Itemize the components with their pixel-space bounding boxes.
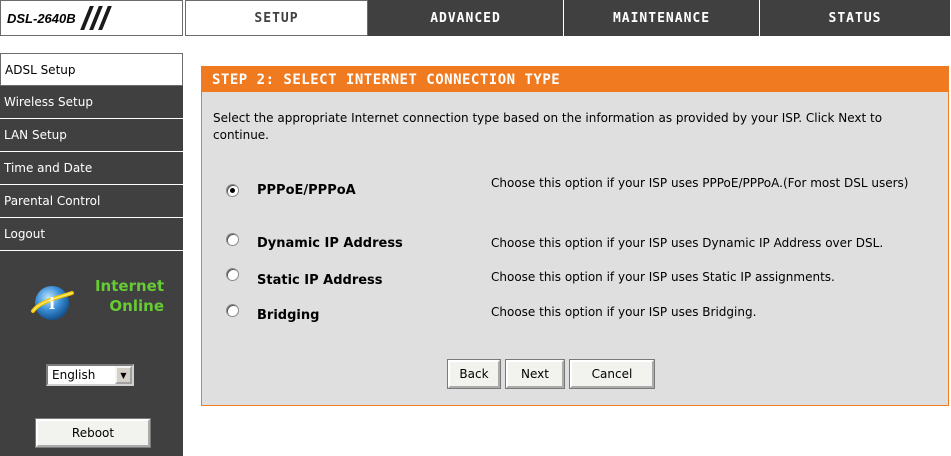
chevron-down-icon[interactable]: ▼	[115, 366, 132, 384]
sidebar-item-time-and-date[interactable]: Time and Date	[0, 152, 183, 185]
radio-bridging[interactable]	[226, 304, 239, 317]
sidebar: ADSL Setup Wireless Setup LAN Setup Time…	[0, 53, 183, 456]
top-nav-tabs: SETUP ADVANCED MAINTENANCE STATUS	[185, 0, 951, 36]
option-label-pppoe: PPPoE/PPPoA	[257, 183, 356, 198]
sidebar-item-parental-control[interactable]: Parental Control	[0, 185, 183, 218]
intro-text: Select the appropriate Internet connecti…	[213, 111, 883, 142]
status-line-online: Online	[109, 297, 164, 315]
sidebar-item-logout[interactable]: Logout	[0, 218, 183, 251]
wizard-button-row: Back Next Cancel	[447, 359, 655, 389]
sidebar-item-wireless-setup[interactable]: Wireless Setup	[0, 86, 183, 119]
globe-info-icon: i	[31, 286, 74, 320]
cancel-button[interactable]: Cancel	[569, 359, 655, 389]
sidebar-item-adsl-setup[interactable]: ADSL Setup	[0, 53, 183, 86]
logo-slashes-icon	[79, 6, 112, 30]
connection-type-panel: STEP 2: SELECT INTERNET CONNECTION TYPE …	[201, 66, 949, 406]
back-button[interactable]: Back	[447, 359, 501, 389]
option-desc-bridging: Choose this option if your ISP uses Brid…	[491, 305, 757, 319]
panel-title: STEP 2: SELECT INTERNET CONNECTION TYPE	[202, 67, 948, 92]
next-button[interactable]: Next	[505, 359, 565, 389]
option-label-bridging: Bridging	[257, 308, 320, 323]
option-label-static-ip: Static IP Address	[257, 273, 383, 288]
option-desc-dynamic-ip: Choose this option if your ISP uses Dyna…	[491, 236, 884, 250]
brand-logo: DSL-2640B	[0, 0, 183, 36]
model-name: DSL-2640B	[7, 10, 76, 26]
sidebar-item-lan-setup[interactable]: LAN Setup	[0, 119, 183, 152]
tab-setup[interactable]: SETUP	[185, 0, 368, 36]
option-row-pppoe: PPPoE/PPPoA Choose this option if your I…	[202, 173, 950, 203]
radio-dynamic-ip[interactable]	[226, 233, 239, 246]
option-row-dynamic-ip: Dynamic IP Address Choose this option if…	[202, 227, 950, 257]
tab-maintenance[interactable]: MAINTENANCE	[564, 0, 760, 36]
radio-pppoe[interactable]	[226, 184, 239, 197]
reboot-button[interactable]: Reboot	[35, 418, 151, 448]
language-selected-value: English	[52, 368, 96, 382]
tab-advanced[interactable]: ADVANCED	[368, 0, 564, 36]
option-desc-pppoe: Choose this option if your ISP uses PPPo…	[491, 176, 909, 190]
status-line-internet: Internet	[94, 277, 164, 295]
internet-status: i Internet Online	[30, 275, 180, 335]
tab-status[interactable]: STATUS	[760, 0, 951, 36]
option-label-dynamic-ip: Dynamic IP Address	[257, 236, 403, 251]
option-row-bridging: Bridging Choose this option if your ISP …	[202, 300, 950, 330]
language-select[interactable]: English ▼	[46, 364, 134, 386]
option-row-static-ip: Static IP Address Choose this option if …	[202, 265, 950, 295]
radio-static-ip[interactable]	[226, 268, 239, 281]
option-desc-static-ip: Choose this option if your ISP uses Stat…	[491, 270, 835, 284]
svg-text:i: i	[49, 294, 55, 313]
